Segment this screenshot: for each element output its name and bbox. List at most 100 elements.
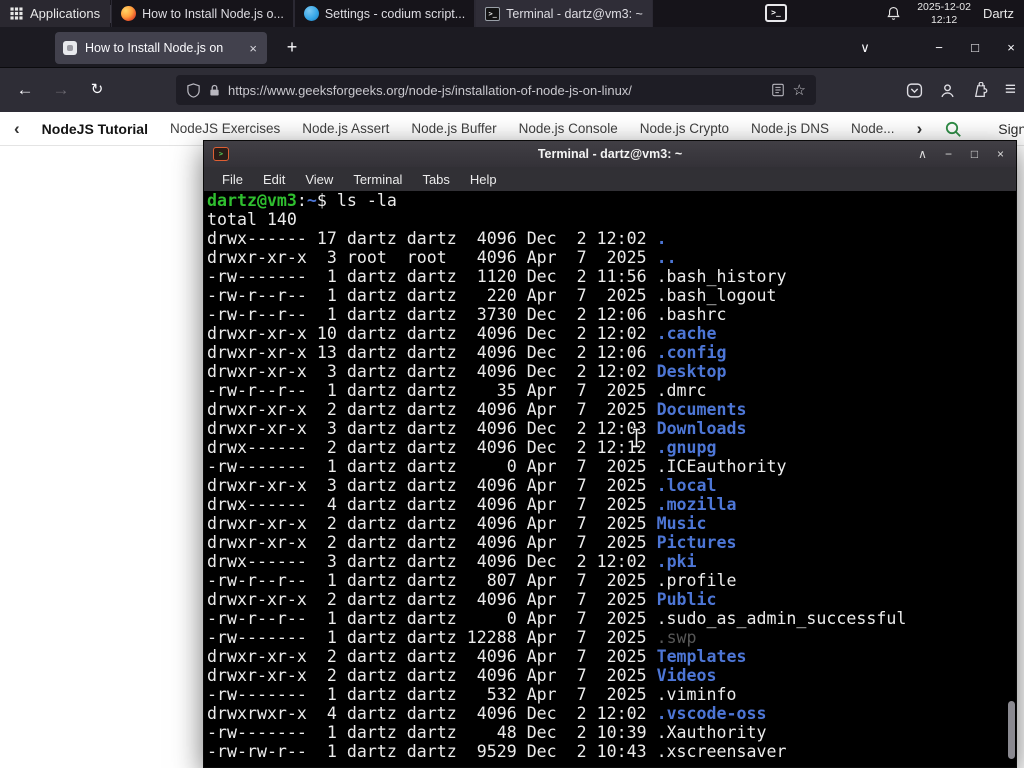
window-minimize-button[interactable]: − (932, 40, 946, 55)
terminal-line: drwxr-xr-x 3 dartz dartz 4096 Dec 2 12:0… (207, 362, 727, 381)
terminal-line: -rw------- 1 dartz dartz 532 Apr 7 2025 … (207, 685, 737, 704)
site-nav-item[interactable]: Node.js Buffer (411, 121, 496, 136)
codium-icon (303, 6, 319, 21)
session-user-label[interactable]: Dartz (983, 6, 1014, 21)
url-bar[interactable]: https://www.geeksforgeeks.org/node-js/in… (176, 75, 816, 105)
terminal-menu-file[interactable]: File (212, 172, 253, 187)
padlock-icon[interactable] (209, 84, 220, 97)
top-panel: Applications How to Install Node.js o...… (0, 0, 1024, 27)
terminal-line: -rw------- 1 dartz dartz 1120 Dec 2 11:5… (207, 267, 787, 286)
terminal-line: -rw-r--r-- 1 dartz dartz 3730 Dec 2 12:0… (207, 305, 727, 324)
notification-bell-icon[interactable] (886, 6, 901, 21)
terminal-line: drwxr-xr-x 2 dartz dartz 4096 Apr 7 2025… (207, 647, 747, 666)
terminal-title: Terminal - dartz@vm3: ~ (537, 147, 683, 161)
terminal-line: drwxr-xr-x 10 dartz dartz 4096 Dec 2 12:… (207, 324, 717, 343)
site-nav-items: NodeJS Exercises Node.js Assert Node.js Bu… (170, 121, 895, 136)
reload-button[interactable]: ↻ (82, 75, 112, 105)
taskbar-button-firefox[interactable]: How to Install Node.js o... (111, 0, 294, 27)
site-nav-item[interactable]: Node.js DNS (751, 121, 829, 136)
nav-scroll-forward-icon[interactable]: › (917, 119, 923, 139)
site-nav-primary[interactable]: NodeJS Tutorial (42, 121, 148, 137)
site-nav-item[interactable]: Node.js Console (519, 121, 618, 136)
terminal-line: -rw-r--r-- 1 dartz dartz 220 Apr 7 2025 … (207, 286, 777, 305)
mouse-text-cursor (630, 427, 643, 453)
terminal-line: drwxr-xr-x 3 dartz dartz 4096 Dec 2 12:0… (207, 419, 747, 438)
terminal-output[interactable]: dartz@vm3:~$ ls -la total 140 drwx------ 1… (204, 191, 1016, 767)
terminal-line: drwx------ 4 dartz dartz 4096 Apr 7 2025… (207, 495, 737, 514)
terminal-line: -rw-rw-r-- 1 dartz dartz 9529 Dec 2 10:4… (207, 742, 787, 761)
terminal-line: drwxr-xr-x 2 dartz dartz 4096 Apr 7 2025… (207, 590, 717, 609)
account-icon[interactable] (939, 82, 956, 99)
terminal-tray-icon[interactable]: >_ (765, 4, 787, 22)
terminal-scrollbar[interactable] (1006, 191, 1015, 765)
terminal-line: drwxr-xr-x 3 root root 4096 Apr 7 2025 .… (207, 248, 677, 267)
terminal-window-controls: ∧ − □ × (916, 147, 1007, 161)
menu-icon[interactable]: ≡ (1005, 79, 1016, 101)
firefox-icon (121, 6, 137, 21)
applications-label: Applications (30, 6, 101, 21)
toolbar-right-icons: ≡ (906, 68, 1016, 112)
terminal-title-bar[interactable]: > Terminal - dartz@vm3: ~ ∧ − □ × (204, 141, 1016, 167)
terminal-line: dartz@vm3:~$ ls -la (207, 191, 397, 210)
browser-tab[interactable]: How to Install Node.js on × (55, 32, 267, 64)
window-close-button[interactable]: × (1004, 40, 1018, 55)
list-all-tabs-icon[interactable]: ∨ (852, 35, 878, 61)
terminal-shade-button[interactable]: ∧ (916, 147, 929, 161)
nav-scroll-back-icon[interactable]: ‹ (14, 119, 20, 139)
terminal-line: drwxr-xr-x 3 dartz dartz 4096 Apr 7 2025… (207, 476, 717, 495)
extensions-icon[interactable] (972, 81, 989, 99)
terminal-line: drwx------ 2 dartz dartz 4096 Dec 2 12:1… (207, 438, 717, 457)
terminal-line: -rw------- 1 dartz dartz 0 Apr 7 2025 .I… (207, 457, 787, 476)
site-nav-item[interactable]: Node.js Assert (302, 121, 389, 136)
panel-tasks: How to Install Node.js o... Settings - co… (111, 0, 653, 27)
terminal-line: total 140 (207, 210, 297, 229)
terminal-maximize-button[interactable]: □ (968, 147, 981, 161)
forward-button[interactable]: → (46, 75, 76, 105)
terminal-line: -rw-r--r-- 1 dartz dartz 0 Apr 7 2025 .s… (207, 609, 907, 628)
terminal-line: -rw------- 1 dartz dartz 12288 Apr 7 202… (207, 628, 697, 647)
browser-toolbar: ← → ↻ https://www.geeksforgeeks.org/node… (0, 68, 1024, 112)
pocket-icon[interactable] (906, 82, 923, 99)
terminal-window[interactable]: > Terminal - dartz@vm3: ~ ∧ − □ × File Ed… (203, 140, 1017, 768)
tab-title: How to Install Node.js on (85, 41, 224, 55)
clock-time: 12:12 (930, 13, 958, 26)
tab-close-icon[interactable]: × (247, 41, 259, 56)
site-nav-item[interactable]: Node.js Crypto (640, 121, 729, 136)
terminal-app-icon: > (213, 147, 229, 161)
terminal-menu-edit[interactable]: Edit (253, 172, 295, 187)
terminal-menu-tabs[interactable]: Tabs (412, 172, 459, 187)
bookmark-star-icon[interactable]: ☆ (793, 81, 806, 99)
taskbar-button-terminal[interactable]: >_ Terminal - dartz@vm3: ~ (475, 0, 653, 27)
terminal-line: drwx------ 3 dartz dartz 4096 Dec 2 12:0… (207, 552, 697, 571)
new-tab-button[interactable]: + (279, 35, 305, 61)
sign-in-button[interactable]: Sign In (998, 121, 1024, 137)
panel-clock[interactable]: 2025-12-02 12:12 (917, 1, 971, 26)
terminal-menu-terminal[interactable]: Terminal (343, 172, 412, 187)
site-nav-item[interactable]: NodeJS Exercises (170, 121, 280, 136)
url-text[interactable]: https://www.geeksforgeeks.org/node-js/in… (228, 83, 763, 98)
terminal-menu-help[interactable]: Help (460, 172, 507, 187)
terminal-line: drwxr-xr-x 13 dartz dartz 4096 Dec 2 12:… (207, 343, 727, 362)
window-maximize-button[interactable]: □ (968, 40, 982, 55)
site-nav-item[interactable]: Node... (851, 121, 895, 136)
back-button[interactable]: ← (10, 75, 40, 105)
clock-date: 2025-12-02 (917, 0, 971, 13)
terminal-menubar: File Edit View Terminal Tabs Help (204, 167, 1016, 191)
terminal-line: -rw-r--r-- 1 dartz dartz 35 Apr 7 2025 .… (207, 381, 707, 400)
browser-window-controls: − □ × (932, 27, 1018, 68)
terminal-scrollbar-thumb[interactable] (1008, 701, 1015, 759)
taskbar-button-codium[interactable]: Settings - codium script... (293, 0, 476, 27)
tracking-shield-icon[interactable] (186, 82, 201, 98)
terminal-close-button[interactable]: × (994, 147, 1007, 161)
terminal-line: drwxr-xr-x 2 dartz dartz 4096 Apr 7 2025… (207, 533, 737, 552)
applications-menu-button[interactable]: Applications (0, 0, 111, 27)
applications-grid-icon (10, 7, 23, 20)
reader-mode-icon[interactable] (771, 83, 785, 97)
terminal-line: drwxrwxr-x 4 dartz dartz 4096 Dec 2 12:0… (207, 704, 767, 723)
browser-tab-bar: How to Install Node.js on × + ∨ − □ × (0, 27, 1024, 68)
search-icon[interactable] (944, 120, 962, 138)
terminal-icon: >_ (485, 6, 501, 21)
terminal-line: drwxr-xr-x 2 dartz dartz 4096 Apr 7 2025… (207, 666, 717, 685)
terminal-menu-view[interactable]: View (295, 172, 343, 187)
terminal-minimize-button[interactable]: − (942, 147, 955, 161)
